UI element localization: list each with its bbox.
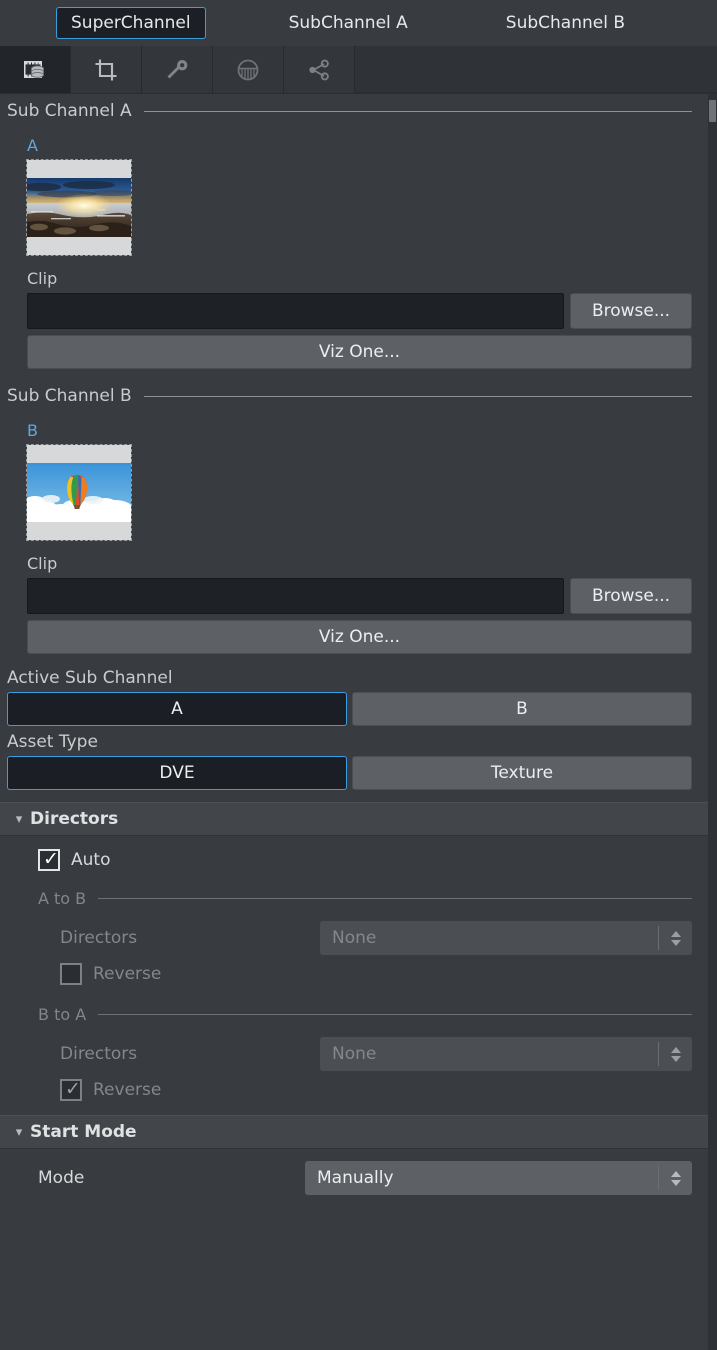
section-title: Directors: [30, 809, 119, 829]
section-header-start-mode[interactable]: ▾ Start Mode: [0, 1115, 708, 1149]
b-to-a-directors-dropdown[interactable]: None: [320, 1037, 692, 1071]
scrollbar-thumb[interactable]: [709, 100, 716, 122]
group-header-a-to-b: A to B: [0, 881, 708, 915]
a-to-b-directors-label: Directors: [60, 928, 138, 948]
spinner-arrows-icon[interactable]: [658, 926, 692, 950]
b-to-a-directors-label: Directors: [60, 1044, 138, 1064]
section-header-directors[interactable]: ▾ Directors: [0, 802, 708, 836]
spinner-arrows-icon[interactable]: [658, 1166, 692, 1190]
a-to-b-directors-row: Directors None: [0, 921, 708, 955]
group-label: A to B: [38, 888, 87, 908]
icon-tab-key[interactable]: [142, 46, 213, 93]
key-icon: [164, 57, 190, 83]
group-label: Sub Channel A: [7, 101, 132, 121]
vertical-scrollbar[interactable]: [708, 94, 717, 1350]
section-title: Start Mode: [30, 1122, 137, 1142]
active-sub-channel-option-b[interactable]: B: [352, 692, 692, 726]
mode-label: Mode: [38, 1168, 85, 1188]
media-database-icon: [22, 57, 48, 83]
icon-tab-share[interactable]: [284, 46, 355, 93]
icon-tab-dome[interactable]: [213, 46, 284, 93]
divider-rule: [98, 1013, 692, 1015]
active-sub-channel-toggle-group: A B: [0, 692, 708, 726]
icon-tab-bar: [0, 46, 717, 94]
b-to-a-reverse-checkbox[interactable]: ✓: [60, 1078, 82, 1101]
viz-one-button-b[interactable]: Viz One...: [27, 620, 692, 654]
viz-one-button-a[interactable]: Viz One...: [27, 335, 692, 369]
divider-rule: [98, 897, 692, 899]
a-to-b-reverse-row[interactable]: Reverse: [0, 963, 708, 985]
icon-tab-media-database[interactable]: [0, 46, 71, 93]
b-to-a-reverse-label: Reverse: [93, 1080, 162, 1100]
active-sub-channel-label: Active Sub Channel: [7, 668, 173, 688]
asset-type-toggle-group: DVE Texture: [0, 756, 708, 790]
browse-button-a[interactable]: Browse...: [570, 293, 692, 329]
b-to-a-reverse-row[interactable]: ✓ Reverse: [0, 1078, 708, 1101]
browse-button-b[interactable]: Browse...: [570, 578, 692, 614]
active-sub-channel-option-a[interactable]: A: [7, 692, 347, 726]
asset-type-option-texture[interactable]: Texture: [352, 756, 692, 790]
auto-checkbox-row[interactable]: ✓ Auto: [0, 848, 708, 871]
group-header-b-to-a: B to A: [0, 997, 708, 1031]
clip-input-b[interactable]: [27, 578, 564, 614]
dropdown-value: Manually: [317, 1168, 394, 1188]
divider-rule: [143, 110, 692, 112]
thumbnail-a[interactable]: [26, 159, 132, 256]
group-header-sub-channel-b: Sub Channel B: [0, 379, 708, 413]
a-to-b-reverse-label: Reverse: [93, 964, 162, 984]
dropdown-value: None: [332, 1044, 377, 1064]
spinner-arrows-icon[interactable]: [658, 1042, 692, 1066]
asset-type-option-dve[interactable]: DVE: [7, 756, 347, 790]
tab-superchannel[interactable]: SuperChannel: [56, 7, 206, 39]
sub-channel-a-block: A Clip Browse... Viz One...: [0, 136, 708, 369]
start-mode-row: Mode Manually: [0, 1161, 708, 1195]
auto-label: Auto: [71, 850, 111, 870]
icon-tab-crop[interactable]: [71, 46, 142, 93]
a-to-b-directors-dropdown[interactable]: None: [320, 921, 692, 955]
dropdown-value: None: [332, 928, 377, 948]
clip-label-a: Clip: [27, 269, 58, 288]
top-tab-bar: SuperChannel SubChannel A SubChannel B: [0, 0, 717, 46]
channel-letter-a: A: [27, 136, 38, 155]
a-to-b-reverse-checkbox[interactable]: [60, 963, 82, 985]
tab-subchannel-b[interactable]: SubChannel B: [491, 7, 640, 39]
share-nodes-icon: [306, 57, 332, 83]
group-label: Sub Channel B: [7, 386, 132, 406]
divider-rule: [143, 395, 692, 397]
auto-checkbox[interactable]: ✓: [38, 848, 60, 871]
settings-panel: Sub Channel A A Clip Browse... Viz One..…: [0, 94, 717, 1350]
clip-label-b: Clip: [27, 554, 58, 573]
chevron-down-icon: ▾: [15, 1124, 23, 1140]
channel-letter-b: B: [27, 421, 38, 440]
clip-input-a[interactable]: [27, 293, 564, 329]
sub-channel-b-block: B Clip Browse... Viz One...: [0, 421, 708, 654]
asset-type-label: Asset Type: [7, 732, 98, 752]
group-label: B to A: [38, 1004, 87, 1024]
chevron-down-icon: ▾: [15, 811, 23, 827]
b-to-a-directors-row: Directors None: [0, 1037, 708, 1071]
crop-icon: [93, 57, 119, 83]
dome-basket-icon: [235, 57, 261, 83]
thumbnail-b[interactable]: [26, 444, 132, 541]
tab-subchannel-a[interactable]: SubChannel A: [274, 7, 423, 39]
mode-dropdown[interactable]: Manually: [305, 1161, 692, 1195]
group-header-sub-channel-a: Sub Channel A: [0, 94, 708, 128]
